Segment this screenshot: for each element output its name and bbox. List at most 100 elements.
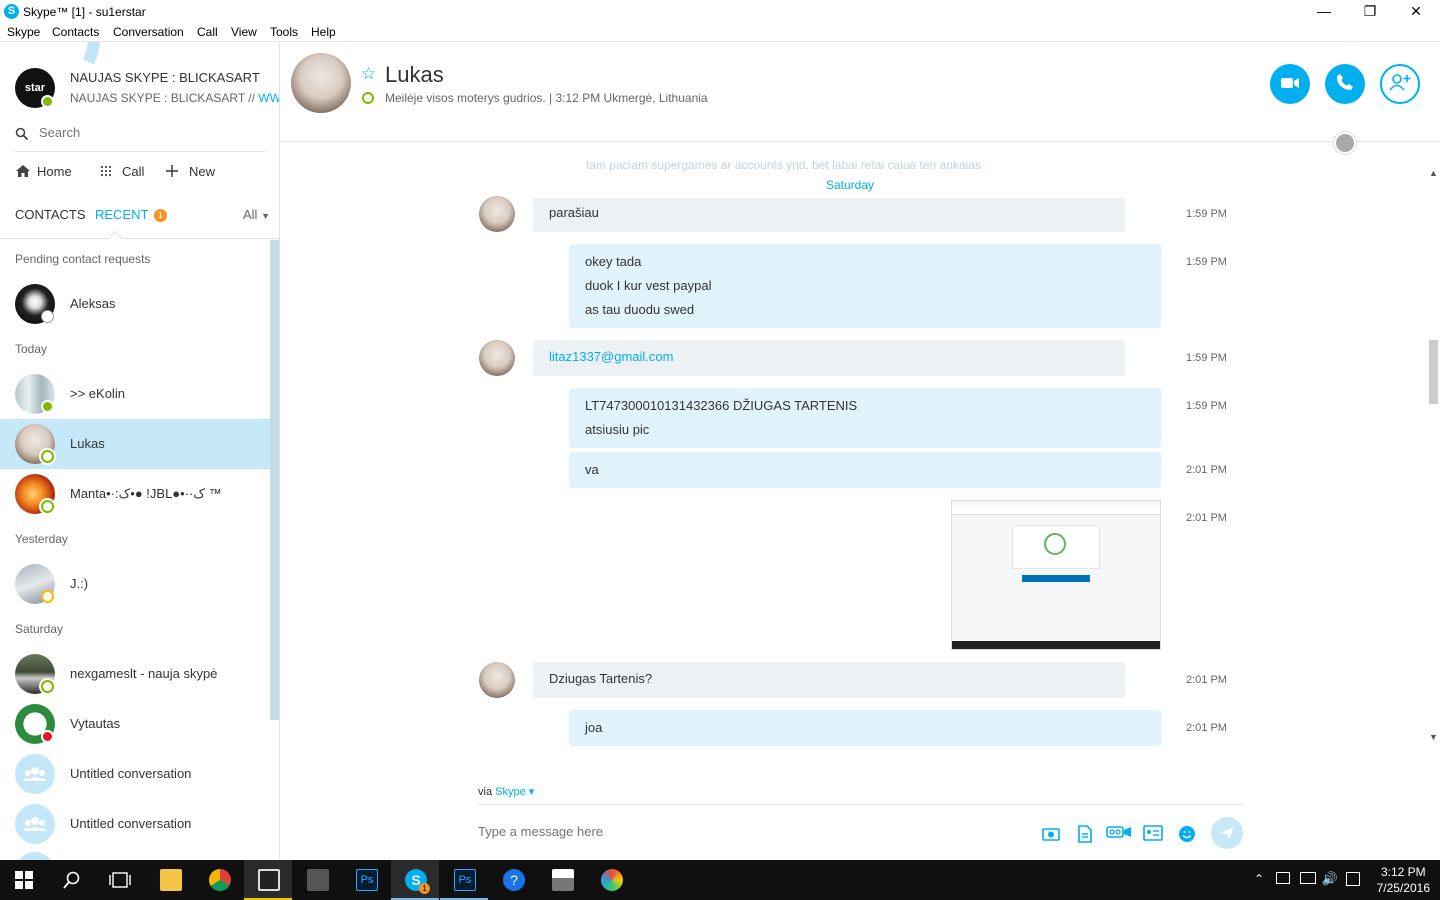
taskbar-photoshop-1[interactable]: Ps xyxy=(342,860,390,900)
chrome-icon xyxy=(209,869,231,891)
nav-new[interactable]: New xyxy=(165,164,215,179)
maximize-button[interactable]: ❐ xyxy=(1347,0,1393,24)
taskbar-paint[interactable] xyxy=(587,860,635,900)
contact-tabs: CONTACTS RECENT 1 All ▼ xyxy=(15,204,270,228)
contact-ekolin[interactable]: >> eKolin xyxy=(0,369,270,419)
message-text: joa xyxy=(585,720,603,735)
taskbar-app-99[interactable] xyxy=(293,860,341,900)
menu-help[interactable]: Help xyxy=(311,24,336,39)
message-text: Dziugas Tartenis? xyxy=(549,671,653,686)
scroll-down-icon[interactable]: ▼ xyxy=(1429,732,1438,742)
video-message-icon[interactable] xyxy=(1106,825,1132,843)
contact-j[interactable]: J.:) xyxy=(0,559,270,609)
folder-icon xyxy=(160,869,182,891)
shared-image-thumbnail[interactable] xyxy=(951,500,1161,650)
menu-call[interactable]: Call xyxy=(197,24,218,39)
send-button[interactable] xyxy=(1211,817,1243,849)
send-contacts-icon[interactable] xyxy=(1143,825,1163,843)
close-button[interactable]: ✕ xyxy=(1393,0,1439,24)
profile-name[interactable]: NAUJAS SKYPE : BLICKASART xyxy=(70,70,260,85)
menu-conversation[interactable]: Conversation xyxy=(113,24,184,39)
action-center-icon[interactable] xyxy=(1346,872,1360,886)
clock-time: 3:12 PM xyxy=(1380,865,1426,879)
filter-dropdown[interactable]: All ▼ xyxy=(243,207,270,222)
film-icon xyxy=(258,869,280,891)
audio-call-button[interactable] xyxy=(1325,64,1365,104)
send-photo-icon[interactable] xyxy=(1041,825,1061,843)
message-text: LT747300010131432366 DŽIUGAS TARTENIS xyxy=(585,398,858,413)
message-bubble-incoming[interactable]: Dziugas Tartenis? xyxy=(533,662,1125,698)
taskbar-help[interactable]: ? xyxy=(489,860,537,900)
nav-call[interactable]: Call xyxy=(100,164,144,179)
contact-manta[interactable]: Manta•·:ک•● !JBL●•··ک ™ xyxy=(0,469,270,519)
title-bar: S Skype™ [1] - su1erstar — ❐ ✕ xyxy=(0,0,1440,24)
sender-avatar[interactable] xyxy=(479,196,515,232)
message-bubble-incoming[interactable]: litaz1337@gmail.com xyxy=(533,340,1125,376)
dialpad-icon xyxy=(100,165,112,177)
email-link[interactable]: litaz1337@gmail.com xyxy=(549,340,1109,374)
taskbar-photoshop-2[interactable]: Ps xyxy=(440,860,488,900)
taskbar-clock[interactable]: 3:12 PM 7/25/2016 xyxy=(1377,864,1430,896)
search-input[interactable] xyxy=(39,125,259,140)
contact-untitled-1[interactable]: Untitled conversation xyxy=(0,749,270,799)
battery-icon[interactable] xyxy=(1276,872,1290,884)
contact-lukas[interactable]: Lukas xyxy=(0,419,270,469)
scrollbar-thumb[interactable] xyxy=(1429,340,1438,404)
message-input[interactable] xyxy=(478,824,1018,839)
sender-avatar[interactable] xyxy=(479,340,515,376)
menu-contacts[interactable]: Contacts xyxy=(52,24,99,39)
skype-app-icon: S xyxy=(4,4,19,19)
photoshop-icon: Ps xyxy=(454,869,476,891)
taskbar-chrome[interactable] xyxy=(195,860,243,900)
message-bubble-outgoing[interactable]: va xyxy=(569,452,1161,488)
windows-logo-icon xyxy=(15,871,33,889)
message-bubble-outgoing[interactable]: joa xyxy=(569,710,1161,746)
chat-avatar[interactable] xyxy=(291,53,351,113)
message-bubble-incoming[interactable]: parašiau xyxy=(533,198,1125,232)
emoticon-icon[interactable] xyxy=(1177,825,1197,843)
taskbar-photos[interactable] xyxy=(538,860,586,900)
chat-scrollbar[interactable]: ▲ ▼ xyxy=(1427,166,1440,746)
contact-name: J.:) xyxy=(70,576,89,591)
contact-aleksas[interactable]: Aleksas xyxy=(0,279,270,329)
menu-tools[interactable]: Tools xyxy=(270,24,298,39)
service-selector[interactable]: Skype ▾ xyxy=(495,786,534,798)
sidebar-scrollbar[interactable] xyxy=(270,240,279,720)
contact-untitled-2[interactable]: Untitled conversation xyxy=(0,799,270,849)
taskbar-search[interactable] xyxy=(48,860,96,900)
task-view-button[interactable] xyxy=(96,860,144,900)
contact-vytautas[interactable]: Vytautas xyxy=(0,699,270,749)
screenshot-taskbar xyxy=(952,641,1160,649)
video-call-button[interactable] xyxy=(1270,64,1310,104)
chat-contact-name[interactable]: Lukas xyxy=(385,62,444,88)
profile-mood[interactable]: NAUJAS SKYPE : BLICKASART // WW... xyxy=(70,91,279,105)
volume-icon[interactable]: 🔊 xyxy=(1322,871,1338,887)
taskbar-skype[interactable]: S 1 xyxy=(391,860,439,900)
star-icon[interactable]: ☆ xyxy=(361,64,376,84)
message-bubble-outgoing[interactable]: LT747300010131432366 DŽIUGAS TARTENIS at… xyxy=(569,388,1161,448)
network-icon[interactable] xyxy=(1300,872,1316,884)
message-text: okey tada xyxy=(585,254,642,269)
tabs-divider xyxy=(0,238,279,239)
contact-name: >> eKolin xyxy=(70,386,125,401)
scroll-up-icon[interactable]: ▲ xyxy=(1429,168,1438,178)
add-people-button[interactable] xyxy=(1380,64,1420,104)
taskbar-media-app[interactable] xyxy=(244,860,292,900)
message-bubble-outgoing[interactable]: okey tada duok I kur vest paypal as tau … xyxy=(569,244,1161,328)
menu-skype[interactable]: Skype xyxy=(7,24,40,39)
search-icon xyxy=(63,871,80,889)
skype-notification-badge: 1 xyxy=(419,883,430,894)
send-file-icon[interactable] xyxy=(1075,825,1095,843)
minimize-button[interactable]: — xyxy=(1301,0,1347,24)
start-button[interactable] xyxy=(0,860,48,900)
taskbar-file-explorer[interactable] xyxy=(146,860,194,900)
sender-avatar[interactable] xyxy=(479,662,515,698)
nav-home[interactable]: Home xyxy=(15,164,72,179)
tab-recent[interactable]: RECENT 1 xyxy=(95,207,167,222)
tray-chevron-up-icon[interactable]: ⌃ xyxy=(1254,872,1264,886)
contact-nexgameslt[interactable]: nexgameslt - nauja skypė xyxy=(0,649,270,699)
menu-view[interactable]: View xyxy=(231,24,257,39)
profile-mood-link[interactable]: WW... xyxy=(258,91,279,105)
search-bar[interactable] xyxy=(15,124,265,152)
tab-contacts[interactable]: CONTACTS xyxy=(15,207,86,222)
